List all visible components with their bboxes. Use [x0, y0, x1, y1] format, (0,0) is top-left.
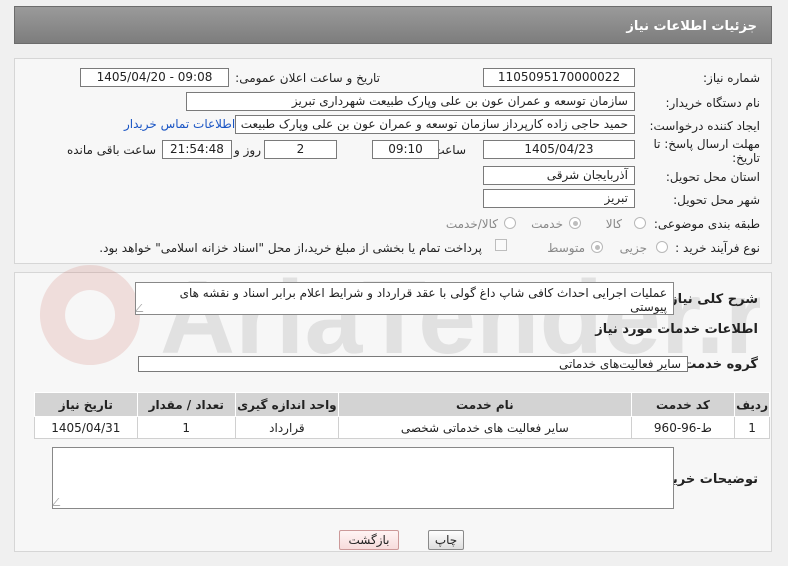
- city-field[interactable]: تبریز: [483, 189, 635, 208]
- page-header: جزئیات اطلاعات نیاز: [14, 6, 772, 44]
- city-label: شهر محل تحویل:: [673, 193, 760, 207]
- province-field[interactable]: آذربایجان شرقی: [483, 166, 635, 185]
- province-label: استان محل تحویل:: [665, 170, 760, 184]
- cell-need-date: 1405/04/31: [34, 416, 138, 439]
- deadline-date-field[interactable]: 1405/04/23: [483, 140, 635, 159]
- category-goods-service-label: کالا/خدمت: [445, 217, 498, 231]
- services-section-title: اطلاعات خدمات مورد نیاز: [595, 322, 758, 337]
- cell-row: 1: [734, 416, 770, 439]
- process-medium-label: متوسط: [547, 241, 585, 255]
- need-number-label: شماره نیاز:: [703, 71, 760, 85]
- resize-grip-icon[interactable]: [53, 498, 67, 506]
- need-info-panel: [14, 58, 772, 264]
- cell-service-name: سایر فعالیت های خدماتی شخصی: [337, 416, 632, 439]
- col-quantity: تعداد / مقدار: [136, 392, 236, 417]
- cell-service-code: ط-96-960: [630, 416, 736, 439]
- cell-quantity: 1: [136, 416, 236, 439]
- table-header-row: ردیف کد خدمت نام خدمت واحد اندازه گیری ت…: [34, 392, 770, 417]
- service-group-field[interactable]: سایر فعالیت‌های خدماتی: [138, 356, 688, 372]
- buyer-notes-textarea[interactable]: [52, 447, 674, 509]
- buyer-org-label: نام دستگاه خریدار:: [665, 96, 761, 110]
- col-row: ردیف: [734, 392, 770, 417]
- category-radio-goods[interactable]: [634, 217, 646, 229]
- col-need-date: تاریخ نیاز: [34, 392, 138, 417]
- payment-note: پرداخت تمام یا بخشی از مبلغ خرید،از محل …: [99, 241, 482, 255]
- category-label: طبقه بندی موضوعی:: [653, 217, 760, 231]
- page-title: جزئیات اطلاعات نیاز: [626, 19, 757, 34]
- deadline-label: مهلت ارسال پاسخ: تا: [653, 137, 760, 151]
- category-service-label: خدمت: [531, 217, 563, 231]
- service-group-label: گروه خدمت:: [678, 357, 758, 372]
- deadline-date-label: تاریخ:: [732, 151, 760, 165]
- days-remaining-field[interactable]: 2: [264, 140, 337, 159]
- buyer-contact-link[interactable]: اطلاعات تماس خریدار: [124, 117, 235, 131]
- col-unit: واحد اندازه گیری: [234, 392, 339, 417]
- remaining-label: ساعت باقی مانده: [66, 143, 156, 157]
- days-label: روز و: [234, 143, 261, 157]
- buyer-org-field[interactable]: سازمان توسعه و عمران عون بن علی وپارک طب…: [186, 92, 635, 111]
- category-goods-label: کالا: [605, 217, 622, 231]
- table-row[interactable]: 1 ط-96-960 سایر فعالیت های خدماتی شخصی ق…: [34, 416, 770, 439]
- announce-datetime-field[interactable]: 1405/04/20 - 09:08: [80, 68, 229, 87]
- creator-label: ایجاد کننده درخواست:: [649, 119, 760, 133]
- summary-text: عملیات اجرایی احداث کافی شاپ داغ گولی با…: [179, 286, 667, 314]
- announce-label: تاریخ و ساعت اعلان عمومی:: [235, 71, 380, 85]
- col-service-code: کد خدمت: [630, 392, 736, 417]
- need-number-field[interactable]: 1105095170000022: [483, 68, 635, 87]
- summary-label: شرح کلی نیاز:: [664, 292, 758, 307]
- process-radio-minor[interactable]: [656, 241, 668, 253]
- process-radio-medium[interactable]: [591, 241, 603, 253]
- process-label: نوع فرآیند خرید :: [675, 241, 760, 255]
- creator-field[interactable]: حمید حاجی زاده کارپرداز سازمان توسعه و ع…: [235, 115, 635, 134]
- print-button[interactable]: چاپ: [428, 530, 464, 550]
- treasury-payment-checkbox[interactable]: [495, 239, 507, 251]
- back-button[interactable]: بازگشت: [339, 530, 399, 550]
- category-radio-service[interactable]: [569, 217, 581, 229]
- cell-unit: قرارداد: [234, 416, 339, 439]
- deadline-time-field[interactable]: 09:10: [372, 140, 439, 159]
- resize-grip-icon[interactable]: [136, 304, 150, 312]
- process-minor-label: جزیی: [619, 241, 647, 255]
- services-table: ردیف کد خدمت نام خدمت واحد اندازه گیری ت…: [34, 392, 770, 439]
- summary-textarea[interactable]: عملیات اجرایی احداث کافی شاپ داغ گولی با…: [135, 282, 674, 315]
- col-service-name: نام خدمت: [337, 392, 632, 417]
- category-radio-goods-service[interactable]: [504, 217, 516, 229]
- remaining-time-field[interactable]: 21:54:48: [162, 140, 232, 159]
